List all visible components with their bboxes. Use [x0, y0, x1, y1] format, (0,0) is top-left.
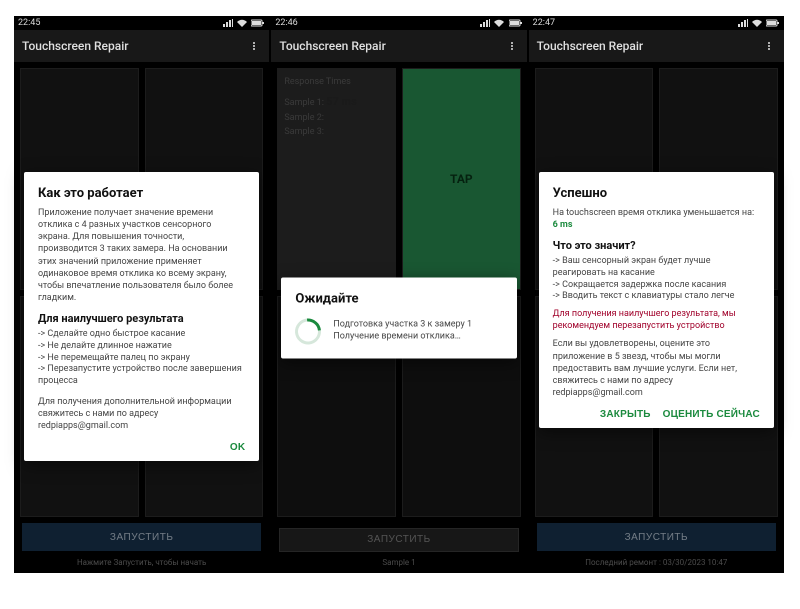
rate-now-button[interactable]: ОЦЕНИТЬ СЕЙЧАС [663, 409, 760, 420]
overflow-menu-button[interactable] [505, 39, 519, 53]
dialog-footer: Если вы удовлетворены, оцените это прило… [553, 338, 760, 399]
dialog-tip: -> Сделайте одно быстрое касание [38, 329, 245, 341]
battery-icon [766, 19, 780, 27]
status-icons [478, 18, 522, 28]
app-bar: Touchscreen Repair [14, 30, 269, 62]
status-bar: 22:46 [271, 16, 526, 30]
signal-icon [480, 19, 490, 27]
app-bar: Touchscreen Repair [529, 30, 784, 62]
screen-1: 22:45 Touchscreen Repair ЗАПУСТИТЬ Нажми… [14, 16, 269, 573]
how-it-works-dialog: Как это работает Приложение получает зна… [24, 172, 259, 461]
screen-2: 22:46 Touchscreen Repair Response Times … [271, 16, 526, 573]
screen-3: 22:47 Touchscreen Repair ЗАПУСТИТЬ После… [529, 16, 784, 573]
wifi-icon [237, 19, 247, 27]
status-time: 22:46 [275, 18, 297, 28]
ok-button[interactable]: OK [230, 442, 245, 453]
app-title: Touchscreen Repair [537, 39, 644, 53]
dialog-tip: -> Ваш сенсорный экран будет лучше реаги… [553, 256, 760, 279]
result-line-text: На touchscreen время отклика уменьшается… [553, 208, 755, 218]
app-title: Touchscreen Repair [279, 39, 386, 53]
dialog-warning: Для получения наилучшего результата, мы … [553, 309, 760, 332]
result-value: 6 ms [553, 220, 573, 230]
dialog-title: Успешно [553, 186, 760, 201]
status-bar: 22:45 [14, 16, 269, 30]
wifi-icon [494, 19, 504, 27]
dialog-tip: -> Сокращается задержка после касания [553, 280, 760, 292]
overflow-menu-button[interactable] [247, 39, 261, 53]
status-icons [736, 18, 780, 28]
signal-icon [738, 19, 748, 27]
app-bar: Touchscreen Repair [271, 30, 526, 62]
status-bar: 22:47 [529, 16, 784, 30]
wait-dialog: Ожидайте Подготовка участка 3 к замеру 1… [281, 277, 516, 358]
battery-icon [509, 19, 523, 27]
signal-icon [223, 19, 233, 27]
spinner-icon [290, 313, 327, 350]
close-button[interactable]: ЗАКРЫТЬ [600, 409, 651, 420]
battery-icon [251, 19, 265, 27]
app-title: Touchscreen Repair [22, 39, 129, 53]
wait-body: Подготовка участка 3 к замеру 1 Получени… [333, 319, 502, 342]
status-time: 22:47 [533, 18, 555, 28]
dialog-tip: -> Не перемещайте палец по экрану [38, 353, 245, 365]
dialog-body: Приложение получает значение времени отк… [38, 207, 245, 304]
success-dialog: Успешно На touchscreen время отклика уме… [539, 172, 774, 428]
dialog-subtitle: Для наилучшего результата [38, 312, 245, 325]
status-icons [221, 18, 265, 28]
dialog-tip: -> Не делайте длинное нажатие [38, 341, 245, 353]
dialog-footer: Для получения дополнительной информации … [38, 396, 245, 432]
dialog-tip: -> Вводить текст с клавиатуры стало легч… [553, 291, 760, 303]
status-time: 22:45 [18, 18, 40, 28]
dialog-title: Как это работает [38, 186, 245, 201]
dialog-tip: -> Перезапустите устройство после заверш… [38, 364, 245, 387]
wifi-icon [752, 19, 762, 27]
dialog-subtitle: Что это значит? [553, 239, 760, 252]
overflow-menu-button[interactable] [762, 39, 776, 53]
wait-title: Ожидайте [295, 291, 502, 306]
